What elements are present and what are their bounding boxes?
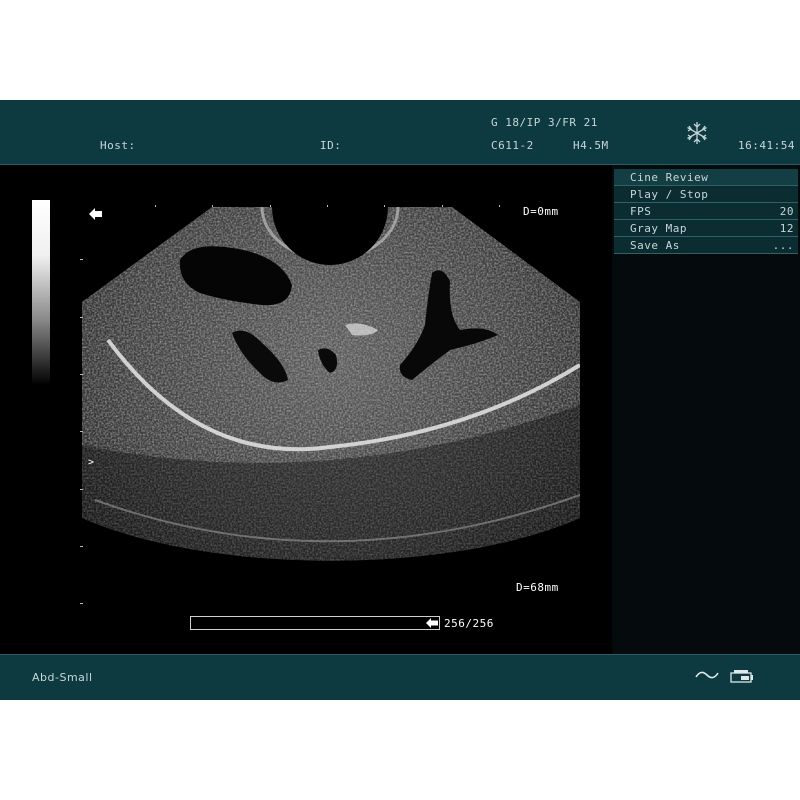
bottom-status-bar: Abd-Small (0, 654, 800, 700)
ultrasound-image-area[interactable]: > D=0mm D=68mm 256/256 (0, 165, 610, 654)
menu-item-label: FPS (630, 205, 652, 218)
menu-item-value: ... (772, 239, 794, 252)
arrow-left-icon (426, 618, 438, 628)
printer-icon[interactable] (729, 669, 755, 685)
menu-item-label: Play / Stop (630, 188, 709, 201)
clock-time: 16:41:54 (738, 139, 795, 152)
top-status-bar: Host: ID: G 18/IP 3/FR 21 C611-2 H4.5M 1… (0, 100, 800, 165)
right-panel: Cine Review Play / Stop FPS 20 Gray Map … (612, 165, 800, 654)
menu-item-value: 20 (779, 205, 794, 218)
depth-top-label: D=0mm (523, 205, 559, 218)
snowflake-icon[interactable] (684, 120, 710, 146)
orientation-arrow-icon (89, 208, 102, 220)
probe-frequency: H4.5M (573, 139, 609, 152)
depth-bottom-label: D=68mm (516, 581, 559, 594)
imaging-params: G 18/IP 3/FR 21 (491, 116, 598, 129)
host-label: Host: (100, 139, 136, 152)
cine-progress-bar[interactable] (190, 616, 440, 630)
exam-preset: Abd-Small (32, 671, 93, 684)
menu-item-play-stop[interactable]: Play / Stop (614, 186, 798, 203)
menu-item-save-as[interactable]: Save As ... (614, 237, 798, 254)
probe-model: C611-2 (491, 139, 534, 152)
ultrasound-screen: Host: ID: G 18/IP 3/FR 21 C611-2 H4.5M 1… (0, 100, 800, 700)
menu-title-label: Cine Review (630, 171, 709, 184)
tilde-wave-icon[interactable] (694, 668, 720, 682)
frame-counter: 256/256 (444, 617, 494, 630)
cine-review-menu: Cine Review Play / Stop FPS 20 Gray Map … (614, 169, 798, 254)
focus-marker: > (88, 457, 95, 468)
menu-item-label: Save As (630, 239, 680, 252)
id-label: ID: (320, 139, 342, 152)
menu-title: Cine Review (614, 169, 798, 186)
menu-item-gray-map[interactable]: Gray Map 12 (614, 220, 798, 237)
menu-item-value: 12 (779, 222, 794, 235)
menu-item-fps[interactable]: FPS 20 (614, 203, 798, 220)
menu-item-label: Gray Map (630, 222, 687, 235)
